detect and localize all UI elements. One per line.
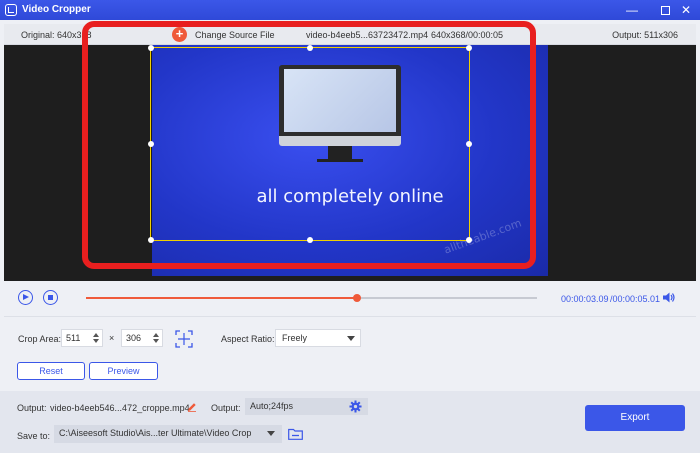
close-button[interactable]: ✕ — [678, 2, 694, 18]
center-crop-icon[interactable] — [174, 329, 194, 349]
save-to-label: Save to: — [17, 431, 51, 441]
edit-icon[interactable] — [187, 402, 197, 412]
save-path-select[interactable]: C:\Aiseesoft Studio\Ais...ter Ultimate\V… — [54, 425, 282, 443]
timeline-slider[interactable] — [86, 294, 537, 302]
aspect-ratio-label: Aspect Ratio: — [221, 334, 275, 344]
output-filename-label: Output: — [17, 403, 47, 413]
aspect-ratio-select[interactable]: Freely — [275, 329, 361, 347]
output-size-label: Output: 511x306 — [612, 30, 678, 40]
volume-icon[interactable] — [663, 292, 676, 303]
folder-icon[interactable] — [288, 428, 303, 440]
crop-height-value: 306 — [126, 333, 142, 343]
crop-width-value: 511 — [66, 333, 81, 343]
aspect-ratio-value: Freely — [282, 333, 308, 343]
timeline-progress — [86, 297, 357, 299]
crop-width-input[interactable]: 511 — [61, 329, 103, 347]
times-sign: × — [109, 333, 115, 343]
chevron-down-icon — [347, 336, 355, 341]
increment-icon[interactable] — [153, 333, 159, 337]
divider — [4, 316, 696, 317]
play-button[interactable] — [18, 290, 33, 305]
output-filename: video-b4eeb546...472_croppe.mp4 — [50, 403, 190, 413]
gear-icon[interactable] — [349, 400, 362, 413]
reset-button[interactable]: Reset — [17, 362, 85, 380]
preview-button[interactable]: Preview — [89, 362, 158, 380]
chevron-down-icon — [267, 431, 275, 436]
maximize-icon — [660, 6, 670, 16]
timeline-thumb[interactable] — [352, 294, 361, 302]
title-bar: Video Cropper — ✕ — [0, 0, 700, 20]
increment-icon[interactable] — [93, 333, 99, 337]
stop-button[interactable] — [43, 290, 58, 305]
output-settings-value: Auto;24fps — [250, 401, 294, 411]
highlight-annotation — [82, 21, 536, 269]
output-settings-label: Output: — [211, 403, 241, 413]
current-time: 00:00:03.09 — [561, 294, 609, 304]
decrement-icon[interactable] — [153, 339, 159, 343]
crop-height-input[interactable]: 306 — [121, 329, 163, 347]
total-time: /00:00:05.01 — [610, 294, 661, 304]
decrement-icon[interactable] — [93, 339, 99, 343]
export-button[interactable]: Export — [585, 405, 685, 431]
original-size-label: Original: 640x368 — [21, 30, 92, 40]
crop-area-label: Crop Area: — [18, 334, 62, 344]
maximize-button[interactable] — [657, 2, 673, 18]
window-title: Video Cropper — [22, 4, 91, 15]
minimize-button[interactable]: — — [624, 2, 640, 18]
save-path-value: C:\Aiseesoft Studio\Ais...ter Ultimate\V… — [59, 428, 252, 438]
crop-app-icon — [5, 4, 17, 16]
